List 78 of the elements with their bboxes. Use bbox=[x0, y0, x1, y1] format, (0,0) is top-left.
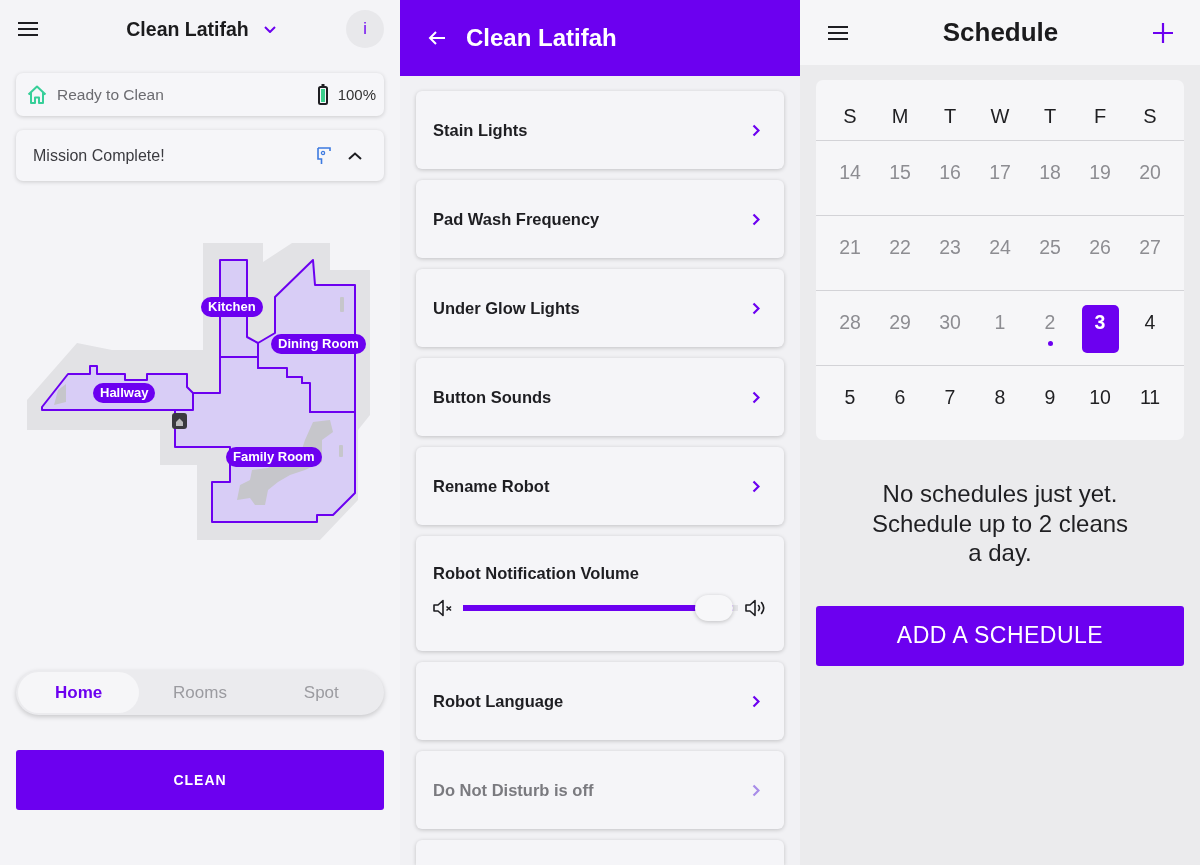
weekday-label: F bbox=[1093, 104, 1107, 128]
calendar-day[interactable]: 20 bbox=[1131, 155, 1169, 203]
calendar-day[interactable]: 4 bbox=[1131, 305, 1169, 353]
calendar-day[interactable]: 28 bbox=[831, 305, 869, 353]
calendar-day[interactable]: 29 bbox=[881, 305, 919, 353]
battery-icon bbox=[317, 84, 328, 105]
chevron-right-icon bbox=[752, 783, 760, 797]
weekday-label: S bbox=[843, 104, 857, 128]
weekday-label: T bbox=[1043, 104, 1057, 128]
mission-text: Mission Complete! bbox=[33, 146, 166, 165]
calendar-day[interactable]: 1 bbox=[981, 305, 1019, 353]
chevron-right-icon bbox=[752, 479, 760, 493]
settings-row[interactable]: Rename Robot bbox=[416, 447, 784, 525]
calendar-day[interactable]: 3 bbox=[1081, 305, 1119, 353]
chevron-right-icon bbox=[752, 301, 760, 315]
calendar-day[interactable]: 14 bbox=[831, 155, 869, 203]
weekday-label: S bbox=[1143, 104, 1157, 128]
add-icon[interactable] bbox=[1153, 22, 1173, 43]
calendar-day[interactable]: 5 bbox=[831, 380, 869, 428]
weekday-label: T bbox=[943, 104, 957, 128]
setting-title: Robot Notification Volume bbox=[433, 563, 640, 583]
calendar-day[interactable]: 19 bbox=[1081, 155, 1119, 203]
slider-thumb[interactable] bbox=[694, 595, 733, 621]
menu-icon[interactable] bbox=[18, 22, 38, 36]
calendar-day[interactable]: 11 bbox=[1131, 380, 1169, 428]
calendar-day[interactable]: 15 bbox=[881, 155, 919, 203]
room-label: Family Room bbox=[226, 447, 322, 467]
chevron-right-icon bbox=[752, 212, 760, 226]
calendar-day[interactable]: 26 bbox=[1081, 230, 1119, 278]
calendar-day[interactable]: 27 bbox=[1131, 230, 1169, 278]
calendar-day[interactable]: 9 bbox=[1031, 380, 1069, 428]
chevron-right-icon bbox=[752, 694, 760, 708]
room-label: Dining Room bbox=[271, 334, 366, 354]
robot-name-title[interactable]: Clean Latifah bbox=[126, 17, 249, 41]
weekday-label: W bbox=[990, 104, 1010, 128]
chevron-right-icon bbox=[752, 123, 760, 137]
calendar-day[interactable]: 8 bbox=[981, 380, 1019, 428]
chevron-right-icon bbox=[752, 390, 760, 404]
calendar-day[interactable]: 10 bbox=[1081, 380, 1119, 428]
status-text: Ready to Clean bbox=[57, 85, 165, 104]
calendar-day[interactable]: 23 bbox=[931, 230, 969, 278]
calendar-day[interactable]: 2 bbox=[1031, 305, 1069, 353]
calendar-day[interactable]: 7 bbox=[931, 380, 969, 428]
menu-icon[interactable] bbox=[828, 25, 848, 40]
chevron-down-icon[interactable] bbox=[263, 25, 276, 33]
settings-row[interactable]: Under Glow Lights bbox=[416, 269, 784, 347]
mode-tab[interactable]: Spot bbox=[260, 672, 382, 713]
volume-icon[interactable] bbox=[745, 598, 767, 618]
clean-button[interactable]: CLEAN bbox=[16, 750, 384, 810]
calendar-day[interactable]: 22 bbox=[881, 230, 919, 278]
empty-message: No schedules just yet. Schedule up to 2 cleans a day. bbox=[870, 479, 1130, 568]
screen-title: Clean Latifah bbox=[466, 24, 617, 52]
settings-row[interactable]: Button Sounds bbox=[416, 358, 784, 436]
room-label: Kitchen bbox=[201, 297, 263, 317]
room-label: Hallway bbox=[93, 383, 156, 403]
chevron-up-icon[interactable] bbox=[348, 151, 362, 160]
settings-row[interactable]: Robot Language bbox=[416, 662, 784, 740]
settings-row[interactable]: Pad Wash Frequency bbox=[416, 180, 784, 258]
map-icon bbox=[317, 146, 331, 165]
calendar-day[interactable]: 21 bbox=[831, 230, 869, 278]
calendar-day[interactable]: 18 bbox=[1031, 155, 1069, 203]
add-schedule-button[interactable]: ADD A SCHEDULE bbox=[816, 605, 1184, 666]
volume-mute-icon[interactable] bbox=[433, 599, 453, 617]
mode-tab[interactable]: Rooms bbox=[139, 672, 261, 713]
calendar-day[interactable]: 30 bbox=[931, 305, 969, 353]
info-button[interactable]: i bbox=[346, 10, 384, 48]
calendar-day[interactable]: 24 bbox=[981, 230, 1019, 278]
mode-tab[interactable]: Home bbox=[18, 672, 140, 713]
settings-row[interactable]: Stain Lights bbox=[416, 91, 784, 169]
battery-percentage: 100% bbox=[337, 86, 376, 103]
calendar-day[interactable]: 6 bbox=[881, 380, 919, 428]
home-icon bbox=[27, 85, 47, 104]
calendar-day[interactable]: 25 bbox=[1031, 230, 1069, 278]
calendar-day[interactable]: 17 bbox=[981, 155, 1019, 203]
screen-title: Schedule bbox=[941, 17, 1060, 48]
calendar-day[interactable]: 16 bbox=[931, 155, 969, 203]
weekday-label: M bbox=[891, 104, 909, 128]
back-arrow-icon[interactable] bbox=[428, 31, 446, 45]
